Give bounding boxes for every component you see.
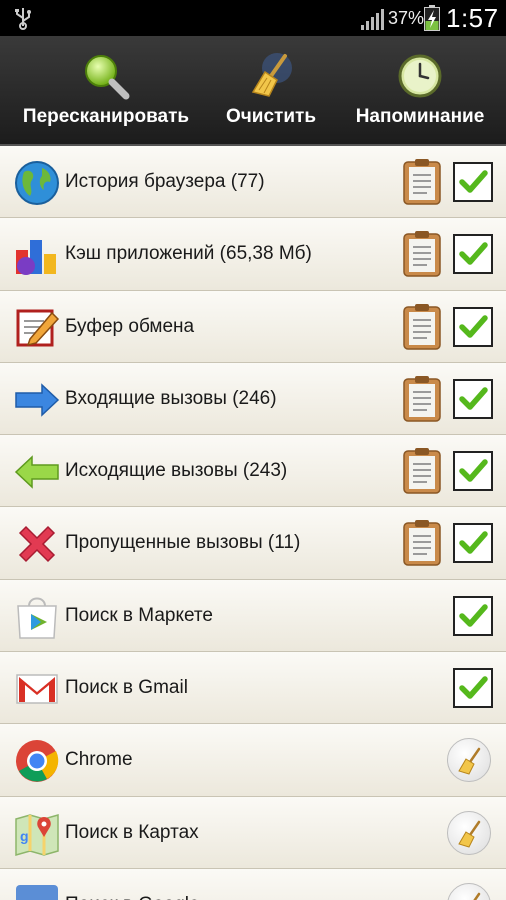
clean-label: Очистить — [225, 106, 317, 127]
check-mark-icon — [459, 604, 488, 627]
list-item[interactable]: Кэш приложений (65,38 Мб) — [0, 218, 506, 291]
list-item-label: Пропущенные вызовы (11) — [65, 532, 301, 554]
list-item-label: Входящие вызовы (246) — [65, 387, 277, 409]
clock-icon — [398, 54, 442, 98]
list-item[interactable]: Пропущенные вызовы (11) — [0, 507, 506, 580]
details-clipboard-icon[interactable] — [402, 519, 442, 567]
list-item-label: Поиск в Картах — [65, 821, 199, 843]
clean-item-button[interactable] — [447, 738, 491, 783]
signal-strength-icon — [361, 9, 384, 30]
list-item[interactable]: Буфер обмена — [0, 290, 506, 363]
clean-button[interactable]: Очистить — [206, 36, 336, 146]
red-cross-icon — [14, 521, 60, 567]
list-item-label: Кэш приложений (65,38 Мб) — [65, 243, 312, 265]
svg-text:g: g — [20, 828, 29, 844]
list-item-label: История браузера (77) — [65, 171, 265, 192]
item-checkbox[interactable] — [453, 162, 493, 202]
list-item[interactable]: История браузера (77) — [0, 146, 506, 219]
list-item-label: Поиск в Google — [65, 869, 200, 900]
check-mark-icon — [459, 459, 488, 482]
magnifier-icon — [85, 55, 130, 100]
arrow-left-icon — [14, 449, 60, 495]
list-item[interactable]: Исходящие вызовы (243) — [0, 435, 506, 508]
clean-item-button[interactable] — [447, 810, 491, 855]
list-item[interactable]: g Поиск в Google — [0, 868, 506, 900]
list-item[interactable]: g Поиск в Картах — [0, 796, 506, 869]
clipboard-pencil-icon — [14, 305, 60, 351]
broom-icon — [458, 820, 481, 848]
check-mark-icon — [459, 387, 488, 410]
clean-items-list: История браузера (77) Кэш приложений (65,… — [0, 146, 506, 900]
arrow-right-icon — [14, 377, 60, 423]
details-clipboard-icon[interactable] — [402, 447, 442, 495]
rescan-label: Пересканировать — [22, 106, 190, 127]
details-clipboard-icon[interactable] — [402, 158, 442, 206]
list-item[interactable]: Chrome — [0, 724, 506, 797]
broom-icon — [458, 748, 481, 775]
list-item-label: Буфер обмена — [65, 315, 195, 337]
clean-item-button[interactable] — [447, 882, 491, 900]
globe-icon — [14, 160, 60, 206]
list-item[interactable]: Поиск в Маркете — [0, 579, 506, 653]
item-checkbox[interactable] — [453, 234, 493, 275]
reminder-button[interactable]: Напоминание — [338, 36, 502, 146]
play-store-icon — [14, 594, 60, 640]
check-mark-icon — [459, 676, 488, 699]
check-mark-icon — [459, 314, 488, 338]
reminder-label: Напоминание — [355, 106, 485, 127]
broom-icon — [473, 892, 481, 900]
item-checkbox[interactable] — [453, 523, 493, 564]
battery-percent: 37% — [388, 8, 425, 28]
details-clipboard-icon[interactable] — [402, 230, 442, 278]
status-clock: 1:57 — [446, 3, 499, 33]
gmail-icon — [14, 666, 60, 712]
item-checkbox[interactable] — [453, 595, 493, 636]
action-toolbar: Пересканировать Очистить Напоминание — [0, 36, 506, 146]
list-item[interactable]: Входящие вызовы (246) — [0, 362, 506, 436]
item-checkbox[interactable] — [453, 306, 493, 347]
list-item-label: Поиск в Маркете — [65, 604, 213, 626]
maps-icon: g — [14, 811, 60, 857]
status-bar: 37% 1:57 — [0, 0, 506, 36]
rescan-button[interactable]: Пересканировать — [8, 36, 204, 146]
item-checkbox[interactable] — [453, 378, 493, 419]
google-search-icon: g — [14, 883, 60, 900]
check-mark-icon — [459, 242, 488, 266]
app-cache-icon — [14, 232, 60, 278]
details-clipboard-icon[interactable] — [402, 375, 442, 423]
chrome-icon — [14, 738, 60, 784]
item-checkbox[interactable] — [453, 451, 493, 492]
list-item-label: Исходящие вызовы (243) — [65, 460, 288, 482]
check-mark-icon — [459, 531, 488, 555]
list-item-label: Поиск в Gmail — [65, 677, 188, 699]
svg-text:g: g — [28, 892, 44, 900]
details-clipboard-icon[interactable] — [402, 303, 442, 351]
usb-icon — [15, 8, 31, 30]
list-item-label: Chrome — [65, 749, 133, 771]
item-checkbox[interactable] — [453, 668, 493, 709]
broom-icon — [251, 53, 292, 97]
list-item[interactable]: Поиск в Gmail — [0, 652, 506, 725]
battery-charging-icon — [424, 5, 440, 31]
check-mark-icon — [459, 170, 488, 193]
